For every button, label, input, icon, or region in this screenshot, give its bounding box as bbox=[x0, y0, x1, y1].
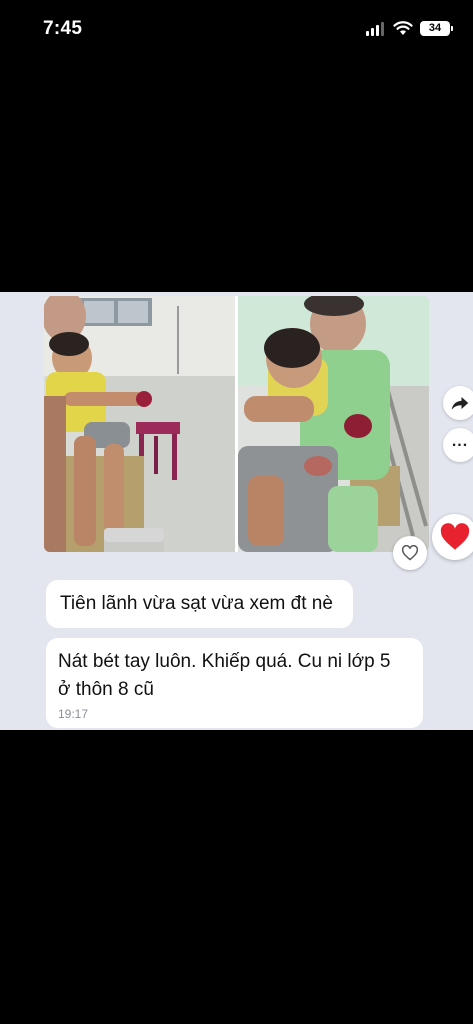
message-text-line: Nát bét tay luôn. Khiếp quá. Cu ni lớp 5 bbox=[58, 651, 391, 672]
wifi-icon bbox=[393, 21, 413, 35]
screen: 7:45 34 Tiên lãnh vừa sạt vừa xem đt nè … bbox=[0, 0, 473, 1024]
like-button[interactable] bbox=[393, 536, 427, 570]
message-text-line: ở thôn 8 cũ bbox=[58, 679, 154, 700]
more-dots-icon: ... bbox=[451, 433, 469, 450]
message-bubble: Tiên lãnh vừa sạt vừa xem đt nè bbox=[46, 580, 353, 628]
photo-right[interactable] bbox=[238, 296, 429, 552]
heart-outline-icon bbox=[401, 545, 419, 561]
battery-icon: 34 bbox=[420, 21, 453, 36]
message-time: 19:17 bbox=[58, 707, 89, 721]
heart-reaction-button[interactable] bbox=[432, 514, 473, 560]
more-button[interactable]: ... bbox=[443, 428, 473, 462]
signal-icon bbox=[366, 22, 386, 36]
heart-filled-icon bbox=[440, 523, 470, 550]
message-text: Tiên lãnh vừa sạt vừa xem đt nè bbox=[60, 593, 333, 614]
status-time: 7:45 bbox=[43, 18, 83, 39]
chat-panel: Tiên lãnh vừa sạt vừa xem đt nè Nát bét … bbox=[0, 292, 473, 730]
share-arrow-icon bbox=[451, 397, 469, 410]
status-bar: 7:45 34 bbox=[0, 0, 473, 60]
photo-album[interactable] bbox=[44, 296, 429, 552]
message-bubble: Nát bét tay luôn. Khiếp quá. Cu ni lớp 5… bbox=[46, 638, 423, 728]
photo-left[interactable] bbox=[44, 296, 235, 552]
battery-level: 34 bbox=[428, 22, 442, 34]
share-button[interactable] bbox=[443, 386, 473, 420]
